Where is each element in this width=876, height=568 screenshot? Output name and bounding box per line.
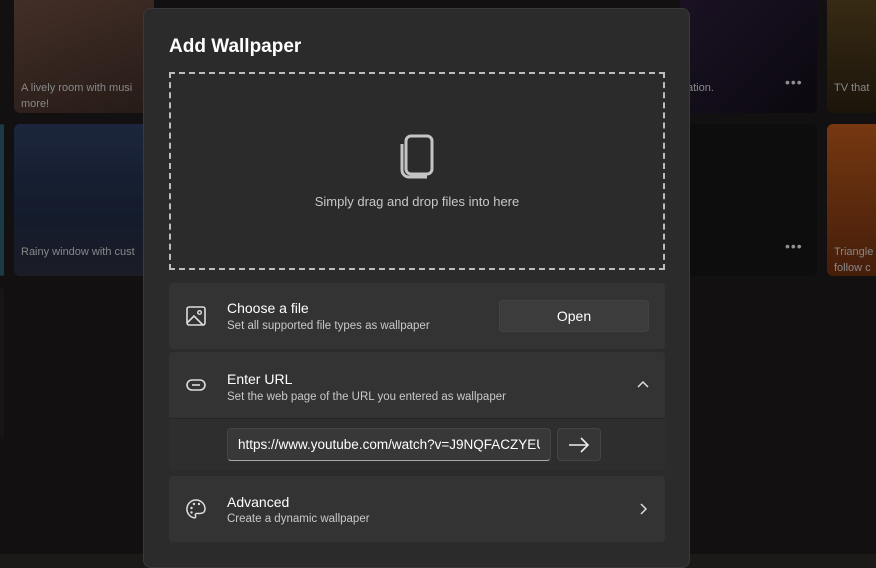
enter-url-row: Enter URL Set the web page of the URL yo… xyxy=(169,352,665,470)
advanced-row[interactable]: Advanced Create a dynamic wallpaper xyxy=(169,476,665,542)
enter-url-header[interactable]: Enter URL Set the web page of the URL yo… xyxy=(169,352,665,419)
url-input[interactable] xyxy=(227,428,551,461)
palette-icon xyxy=(186,499,206,519)
copy-files-icon xyxy=(400,134,434,178)
enter-url-title: Enter URL xyxy=(227,371,293,387)
choose-file-row: Choose a file Set all supported file typ… xyxy=(169,283,665,349)
chevron-up-icon[interactable] xyxy=(637,380,649,390)
add-wallpaper-dialog: Add Wallpaper Simply drag and drop files… xyxy=(143,8,690,568)
choose-file-subtitle: Set all supported file types as wallpape… xyxy=(227,320,430,332)
advanced-subtitle: Create a dynamic wallpaper xyxy=(227,513,370,525)
dialog-title: Add Wallpaper xyxy=(169,36,302,57)
drop-zone-text: Simply drag and drop files into here xyxy=(314,193,520,209)
link-icon xyxy=(186,379,206,391)
chevron-right-icon xyxy=(640,503,647,515)
image-icon xyxy=(186,306,206,326)
choose-file-title: Choose a file xyxy=(227,300,309,316)
enter-url-subtitle: Set the web page of the URL you entered … xyxy=(227,391,506,403)
submit-url-button[interactable] xyxy=(557,428,601,461)
drop-zone[interactable]: Simply drag and drop files into here xyxy=(169,72,665,270)
open-button[interactable]: Open xyxy=(499,300,649,332)
advanced-title: Advanced xyxy=(227,494,290,510)
arrow-right-icon xyxy=(569,436,590,453)
